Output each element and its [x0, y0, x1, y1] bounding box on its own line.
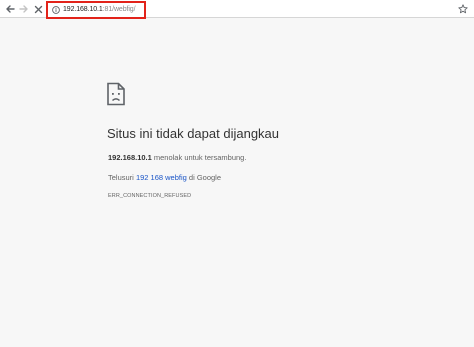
- url-text[interactable]: 192.168.10.1:81/webfig/: [63, 3, 136, 17]
- browser-toolbar: 192.168.10.1:81/webfig/: [0, 0, 474, 19]
- arrow-right-icon: [19, 5, 28, 13]
- google-search-link[interactable]: 192 168 webfig: [136, 173, 187, 182]
- forward-button[interactable]: [18, 2, 30, 16]
- search-suggestion: Telusuri 192 168 webfig di Google: [108, 173, 221, 182]
- sad-document-icon: [107, 82, 125, 106]
- stop-button[interactable]: [32, 2, 44, 16]
- url-host: 192.168.10.1: [63, 6, 103, 13]
- error-heading: Situs ini tidak dapat dijangkau: [107, 126, 280, 141]
- url-path: :81/webfig/: [102, 6, 136, 13]
- search-prefix: Telusuri: [108, 173, 136, 182]
- search-suffix: di Google: [186, 173, 222, 182]
- refused-host: 192.168.10.1: [108, 153, 152, 162]
- info-icon[interactable]: [52, 6, 60, 14]
- browser-window: 192.168.10.1:81/webfig/ Situs ini tidak …: [0, 0, 474, 347]
- refused-message: 192.168.10.1 menolak untuk tersambung.: [108, 153, 246, 162]
- error-code: ERR_CONNECTION_REFUSED: [108, 193, 192, 199]
- close-icon: [34, 5, 42, 13]
- error-page: Situs ini tidak dapat dijangkau 192.168.…: [0, 18, 474, 347]
- bookmark-star-button[interactable]: [457, 2, 469, 15]
- arrow-left-icon: [6, 5, 15, 13]
- star-icon: [458, 3, 468, 13]
- refused-text: menolak untuk tersambung.: [151, 153, 247, 162]
- back-button[interactable]: [4, 2, 16, 16]
- address-bar[interactable]: 192.168.10.1:81/webfig/: [46, 1, 146, 19]
